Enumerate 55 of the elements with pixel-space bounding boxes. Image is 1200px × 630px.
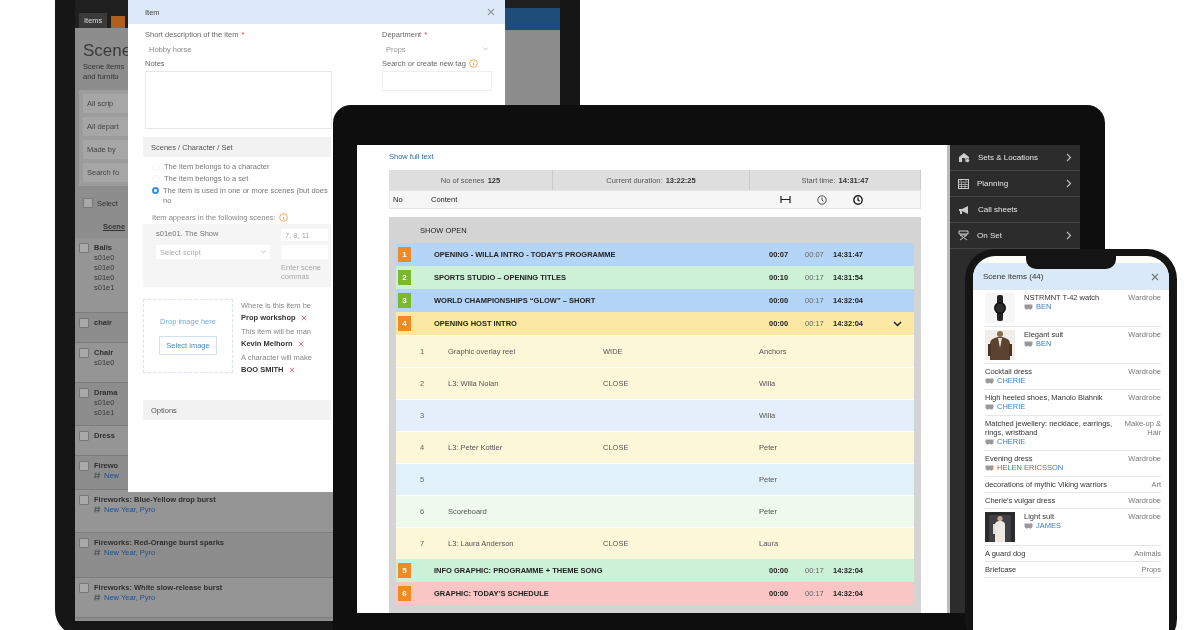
caret-icon bbox=[261, 250, 266, 254]
mask-icon bbox=[985, 439, 994, 445]
scene-number: 5 bbox=[398, 563, 411, 578]
checkbox[interactable] bbox=[79, 495, 89, 505]
checkbox[interactable] bbox=[79, 431, 89, 441]
info-icon bbox=[468, 59, 478, 68]
checkbox[interactable] bbox=[79, 538, 89, 548]
remove-icon[interactable] bbox=[300, 314, 307, 321]
tag-icon bbox=[94, 472, 101, 479]
menu-item[interactable]: Planning bbox=[950, 171, 1080, 197]
house-icon bbox=[958, 152, 970, 163]
scene-number: 1 bbox=[398, 247, 411, 262]
chevron-right-icon bbox=[1066, 231, 1072, 240]
close-icon[interactable] bbox=[1151, 272, 1159, 281]
clock-icon bbox=[853, 194, 863, 205]
mask-icon bbox=[1024, 341, 1033, 347]
mask-icon bbox=[1024, 304, 1033, 310]
scene-number: 2 bbox=[398, 270, 411, 285]
mask-icon bbox=[985, 404, 994, 410]
duration-icon bbox=[780, 196, 791, 203]
checkbox[interactable] bbox=[79, 461, 89, 471]
chevron-down-icon[interactable] bbox=[893, 320, 902, 327]
mask-icon bbox=[985, 378, 994, 384]
calendar-icon bbox=[958, 178, 969, 189]
scene-number: 4 bbox=[398, 316, 411, 331]
chevron-right-icon bbox=[1066, 153, 1072, 162]
chair-icon bbox=[958, 230, 969, 241]
clock-icon bbox=[817, 194, 827, 205]
info-icon bbox=[279, 213, 289, 222]
radio-button[interactable] bbox=[152, 187, 159, 194]
panel-title: Scene items (44) bbox=[983, 272, 1044, 281]
notes-field[interactable] bbox=[145, 71, 332, 129]
scene-number: 3 bbox=[398, 293, 411, 308]
checkbox[interactable] bbox=[79, 583, 89, 593]
top-bar bbox=[505, 8, 560, 30]
tag-icon bbox=[94, 506, 101, 513]
tag-icon bbox=[94, 549, 101, 556]
checkbox[interactable] bbox=[79, 388, 89, 398]
remove-icon[interactable] bbox=[288, 366, 295, 373]
menu-item[interactable]: Call sheets bbox=[950, 197, 1080, 223]
tag-icon bbox=[94, 594, 101, 601]
tab-icon[interactable] bbox=[111, 16, 126, 28]
mask-icon bbox=[985, 465, 994, 471]
chevron-right-icon bbox=[1066, 179, 1072, 188]
megaphone-icon bbox=[958, 204, 970, 215]
mask-icon bbox=[1024, 523, 1033, 529]
close-icon[interactable] bbox=[487, 8, 495, 16]
menu-item[interactable]: Sets & Locations bbox=[950, 145, 1080, 171]
checkbox[interactable] bbox=[79, 243, 89, 253]
caret-icon bbox=[483, 47, 488, 51]
scene-number: 6 bbox=[398, 586, 411, 601]
checkbox[interactable] bbox=[83, 198, 93, 208]
checkbox[interactable] bbox=[79, 348, 89, 358]
remove-icon[interactable] bbox=[297, 340, 304, 347]
checkbox[interactable] bbox=[79, 318, 89, 328]
